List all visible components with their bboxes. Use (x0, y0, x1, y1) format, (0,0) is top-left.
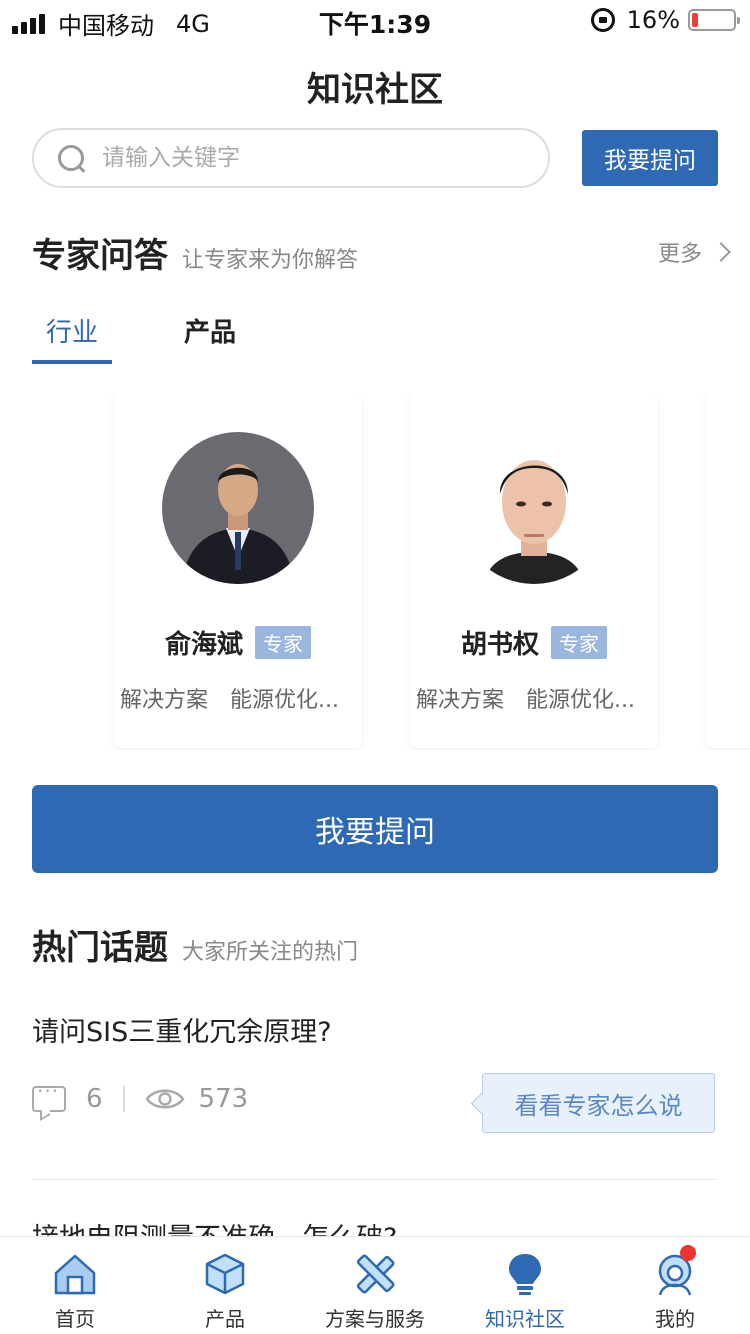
ask-question-button[interactable]: 我要提问 (582, 130, 718, 186)
expert-name: 俞海斌 (164, 630, 243, 660)
expert-tag: 能源优化... (230, 688, 339, 713)
tab-product[interactable]: 产品 (184, 312, 236, 364)
more-link[interactable]: 更多 (657, 236, 731, 268)
tab-knowledge[interactable]: 知识社区 (450, 1237, 600, 1334)
notification-dot (680, 1245, 696, 1261)
expert-name: 胡书权 (460, 630, 539, 660)
battery-percent: 16% (626, 6, 680, 34)
expert-tag: 能源优化... (526, 688, 635, 713)
expert-card[interactable]: 胡书权 专家 解决方案 能源优化... (410, 394, 658, 748)
cube-icon (205, 1253, 245, 1295)
search-bar[interactable] (32, 128, 550, 188)
page-title: 知识社区 (307, 70, 443, 110)
search-icon (56, 143, 86, 173)
view-count: 573 (198, 1084, 249, 1114)
comment-count: 6 (86, 1084, 103, 1114)
comment-icon (32, 1079, 66, 1112)
lightbulb-icon (509, 1254, 541, 1295)
expert-tag: 解决方案 (416, 688, 505, 713)
search-input[interactable] (102, 145, 502, 171)
battery-icon (688, 9, 740, 31)
tab-products[interactable]: 产品 (150, 1237, 300, 1334)
expert-tag: 解决方案 (120, 688, 209, 713)
topic-meta: 6 573 (32, 1079, 249, 1114)
tab-label: 知识社区 (485, 1307, 565, 1331)
expert-tags: 解决方案 能源优化... (416, 682, 656, 714)
expert-tags: 解决方案 能源优化... (120, 682, 360, 714)
avatar (458, 432, 610, 584)
divider (122, 1086, 125, 1112)
hot-topics-header: 热门话题 大家所关注的热门 (32, 920, 358, 969)
tab-label: 首页 (55, 1307, 95, 1331)
see-expert-answer-button[interactable]: 看看专家怎么说 (482, 1073, 715, 1133)
chevron-right-icon (711, 242, 731, 262)
tab-label: 产品 (205, 1307, 245, 1331)
tab-mine[interactable]: 我的 (600, 1237, 750, 1334)
expert-section-header: 专家问答 让专家来为你解答 (32, 228, 358, 277)
more-label: 更多 (657, 242, 702, 267)
status-bar: 中国移动 4G 下午1:39 16% (0, 0, 750, 40)
divider (32, 1179, 718, 1180)
expert-badge: 专家 (255, 626, 311, 659)
topic-title[interactable]: 请问SIS三重化冗余原理? (32, 1010, 332, 1049)
avatar (162, 432, 314, 584)
orientation-lock-icon (590, 8, 615, 32)
tab-label: 我的 (655, 1307, 695, 1331)
section-title: 专家问答 (32, 236, 168, 276)
eye-icon (144, 1089, 185, 1109)
home-icon (54, 1254, 96, 1295)
section-subtitle: 让专家来为你解答 (182, 248, 359, 273)
tab-home[interactable]: 首页 (0, 1237, 150, 1334)
expert-badge: 专家 (551, 626, 607, 659)
tab-industry[interactable]: 行业 (32, 312, 112, 364)
section-title: 热门话题 (32, 928, 168, 968)
tab-label: 方案与服务 (325, 1307, 425, 1331)
expert-card-partial[interactable] (706, 394, 750, 748)
expert-card[interactable]: 俞海斌 专家 解决方案 能源优化... (114, 394, 362, 748)
bottom-tab-bar: 首页 产品 方案与服务 知识社区 我的 (0, 1236, 750, 1334)
expert-tabs: 行业 产品 (32, 312, 236, 364)
ask-expert-button[interactable]: 我要提问 (32, 785, 718, 873)
tools-icon (356, 1254, 395, 1294)
tab-solutions[interactable]: 方案与服务 (300, 1237, 450, 1334)
section-subtitle: 大家所关注的热门 (182, 940, 359, 965)
expert-card-list: 俞海斌 专家 解决方案 能源优化... 胡书权 专家 解决方案 能源优化... (0, 394, 750, 750)
